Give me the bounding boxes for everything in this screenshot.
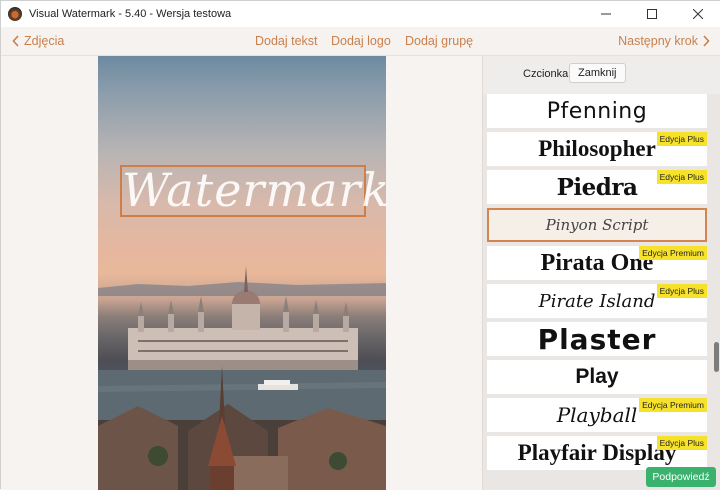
- font-name: Play: [575, 365, 619, 388]
- font-list-scrollbar[interactable]: [712, 94, 720, 490]
- app-logo-icon: [8, 7, 22, 21]
- photo-preview: [98, 56, 386, 490]
- font-list: Pfenning Philosopher Edycja Plus Piedra …: [483, 94, 720, 490]
- edition-badge: Edycja Plus: [656, 284, 707, 298]
- parliament-building-illustration: [98, 266, 386, 490]
- edition-badge: Edycja Premium: [639, 246, 707, 260]
- font-panel-header: Czcionka Zamknij: [483, 56, 720, 94]
- font-option-playball[interactable]: Playball Edycja Premium: [487, 398, 707, 432]
- font-name: Playball: [556, 403, 638, 427]
- next-step-link[interactable]: Następny krok: [618, 34, 710, 48]
- scrollbar-thumb[interactable]: [714, 342, 719, 372]
- font-name: Pfenning: [546, 98, 648, 124]
- back-label: Zdjęcia: [24, 34, 65, 48]
- font-name: Playfair Display: [517, 440, 677, 465]
- minimize-icon: [601, 13, 611, 15]
- maximize-icon: [647, 9, 657, 19]
- edition-badge: Edycja Premium: [639, 398, 707, 412]
- font-name: Plaster: [537, 322, 657, 356]
- font-option-philosopher[interactable]: Philosopher Edycja Plus: [487, 132, 707, 166]
- toolbar: Zdjęcia Dodaj tekst Dodaj logo Dodaj gru…: [1, 27, 720, 56]
- close-icon: [693, 9, 703, 19]
- next-label: Następny krok: [618, 34, 698, 48]
- add-text-link[interactable]: Dodaj tekst: [255, 34, 318, 48]
- font-option-pinyon-script[interactable]: Pinyon Script: [487, 208, 707, 242]
- edition-badge: Edycja Plus: [656, 170, 707, 184]
- font-panel: Czcionka Zamknij Pfenning Philosopher Ed…: [482, 56, 720, 490]
- edition-badge: Edycja Plus: [656, 132, 707, 146]
- close-window-button[interactable]: [675, 1, 720, 27]
- font-option-play[interactable]: Play: [487, 360, 707, 394]
- title-bar: Visual Watermark - 5.40 - Wersja testowa: [1, 1, 720, 27]
- close-panel-button[interactable]: Zamknij: [569, 63, 626, 83]
- font-option-plaster[interactable]: Plaster: [487, 322, 707, 356]
- chevron-right-icon: [703, 35, 710, 47]
- maximize-button[interactable]: [629, 1, 675, 27]
- font-option-playfair-display[interactable]: Playfair Display Edycja Plus: [487, 436, 707, 470]
- font-name: Pirata One: [540, 249, 654, 276]
- font-option-pirate-island[interactable]: Pirate Island Edycja Plus: [487, 284, 707, 318]
- window-controls: [583, 1, 720, 27]
- chevron-left-icon: [12, 35, 19, 47]
- editor-canvas: Watermark: [1, 56, 482, 490]
- add-group-link[interactable]: Dodaj grupę: [405, 34, 473, 48]
- add-logo-link[interactable]: Dodaj logo: [331, 34, 391, 48]
- font-option-pfenning[interactable]: Pfenning: [487, 94, 707, 128]
- font-name: Piedra: [556, 173, 638, 201]
- edition-badge: Edycja Plus: [656, 436, 707, 450]
- font-name: Pirate Island: [538, 290, 656, 312]
- app-window: Visual Watermark - 5.40 - Wersja testowa…: [0, 0, 720, 490]
- back-to-photos-link[interactable]: Zdjęcia: [12, 34, 64, 48]
- hint-button[interactable]: Podpowiedź: [646, 467, 716, 487]
- watermark-text[interactable]: Watermark: [122, 163, 389, 217]
- minimize-button[interactable]: [583, 1, 629, 27]
- watermark-selection-box[interactable]: Watermark: [120, 163, 389, 217]
- window-title: Visual Watermark - 5.40 - Wersja testowa: [29, 8, 232, 20]
- font-option-pirata-one[interactable]: Pirata One Edycja Premium: [487, 246, 707, 280]
- font-name: Pinyon Script: [545, 216, 649, 234]
- font-name: Philosopher: [538, 136, 656, 161]
- font-label: Czcionka: [523, 68, 569, 80]
- font-option-piedra[interactable]: Piedra Edycja Plus: [487, 170, 707, 204]
